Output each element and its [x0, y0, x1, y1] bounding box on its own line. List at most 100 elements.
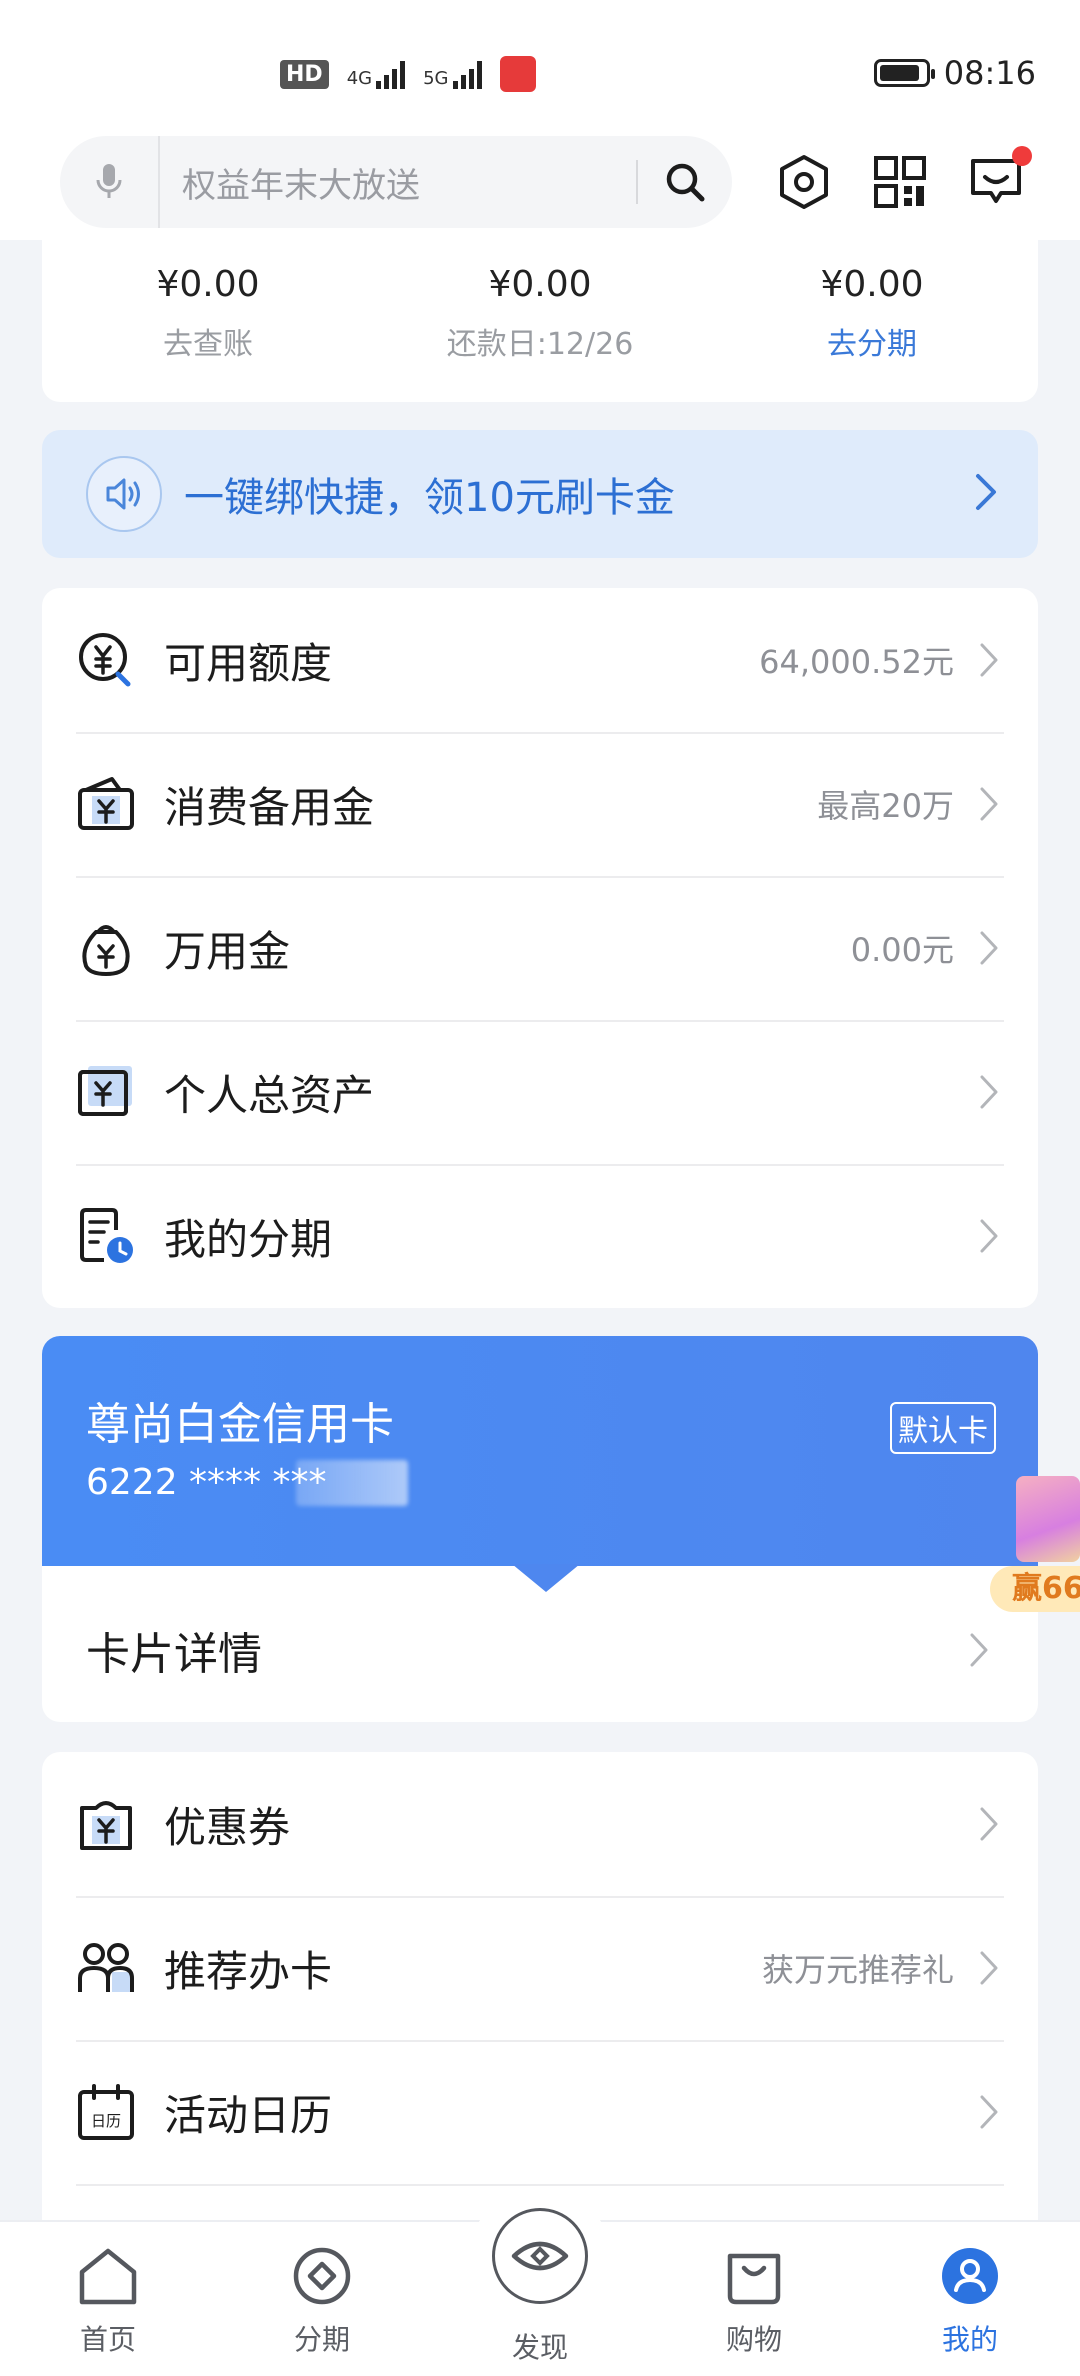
- menu-label: 推荐办卡: [164, 1946, 333, 1996]
- hd-badge: HD: [280, 59, 329, 89]
- menu-item-universal-fund[interactable]: 万用金 0.00元: [42, 876, 1038, 1020]
- qr-code-icon[interactable]: [864, 146, 936, 218]
- nav-installment[interactable]: 分期: [252, 2246, 392, 2358]
- menu-label: 我的分期: [164, 1214, 333, 1264]
- account-menu-card: 可用额度 64,000.52元 消费备用金 最高20万 万用金 0.00元 个人…: [42, 588, 1038, 1308]
- nav-shopping[interactable]: 购物: [684, 2246, 824, 2358]
- chevron-right-icon: [964, 1632, 994, 1668]
- chevron-right-icon: [974, 930, 1004, 966]
- credit-card-face[interactable]: 尊尚白金信用卡 6222 **** *** 默认卡: [42, 1336, 1038, 1566]
- menu-value: 0.00元: [850, 931, 954, 969]
- menu-label: 优惠券: [164, 1802, 291, 1852]
- banner-text: 一键绑快捷，领10元刷卡金: [184, 475, 675, 521]
- menu-item-activity-calendar[interactable]: 日历 活动日历: [42, 2040, 1038, 2184]
- message-icon[interactable]: [960, 146, 1032, 218]
- default-card-badge: 默认卡: [890, 1402, 996, 1454]
- yuan-search-icon: [76, 630, 136, 690]
- bottom-navigation: 首页 分期 发现 购物 我的: [0, 2186, 1080, 2376]
- nav-discover[interactable]: 发现: [470, 2326, 610, 2366]
- chevron-right-icon: [974, 1218, 1004, 1254]
- settings-icon[interactable]: [768, 146, 840, 218]
- menu-value: 64,000.52元: [759, 643, 954, 681]
- chevron-right-icon: [974, 2094, 1004, 2130]
- card-name: 尊尚白金信用卡: [86, 1399, 394, 1450]
- signal-5g-icon: 5G: [423, 59, 482, 89]
- profile-icon: [942, 2248, 998, 2304]
- installment-link[interactable]: 去分期: [706, 319, 1038, 363]
- discover-icon: [492, 2208, 588, 2304]
- menu-item-my-installments[interactable]: 我的分期: [42, 1164, 1038, 1308]
- summary-amount: ¥0.00: [156, 264, 260, 305]
- search-input[interactable]: 权益年末大放送: [160, 158, 636, 207]
- chevron-right-icon: [974, 1806, 1004, 1842]
- bind-quickpay-banner[interactable]: 一键绑快捷，领10元刷卡金: [42, 430, 1038, 558]
- menu-label: 消费备用金: [164, 782, 375, 832]
- battery-icon: [873, 59, 935, 87]
- promo-tag: 赢66: [990, 1566, 1080, 1612]
- nav-label: 购物: [725, 2323, 782, 2356]
- menu-label: 个人总资产: [164, 1070, 375, 1120]
- nav-label: 首页: [79, 2323, 136, 2356]
- menu-label: 万用金: [164, 926, 291, 976]
- search-bar[interactable]: 权益年末大放送: [60, 136, 732, 228]
- menu-item-consumer-reserve[interactable]: 消费备用金 最高20万: [42, 732, 1038, 876]
- chevron-right-icon: [974, 1950, 1004, 1986]
- nav-discover-button[interactable]: [470, 2186, 610, 2326]
- status-right: 08:16: [873, 54, 1036, 92]
- nav-home[interactable]: 首页: [38, 2246, 178, 2358]
- installment-nav-icon: [293, 2247, 351, 2305]
- menu-label: 活动日历: [164, 2090, 333, 2140]
- card-number: 6222 **** ***: [86, 1462, 327, 1503]
- summary-installment[interactable]: ¥0.00 去分期: [706, 264, 1038, 363]
- installment-icon: [76, 1206, 136, 1266]
- check-bill-link[interactable]: 去查账: [42, 319, 374, 363]
- menu-label: 可用额度: [164, 638, 333, 688]
- status-left: HD 4G 5G: [280, 56, 536, 92]
- menu-value: 获万元推荐礼: [761, 1951, 954, 1989]
- menu-value: 最高20万: [817, 787, 954, 825]
- card-number-mask: [296, 1460, 408, 1506]
- menu-item-coupons[interactable]: 优惠券: [42, 1752, 1038, 1896]
- summary-amount: ¥0.00: [488, 264, 592, 305]
- refer-icon: [76, 1938, 136, 1998]
- calendar-icon: 日历: [76, 2082, 136, 2142]
- repayment-date: 还款日:12/26: [446, 327, 634, 362]
- nav-label: 发现: [511, 2331, 568, 2364]
- summary-bill[interactable]: ¥0.00 去查账: [42, 264, 374, 363]
- signal-4g-icon: 4G: [346, 59, 406, 89]
- menu-item-available-credit[interactable]: 可用额度 64,000.52元: [42, 588, 1038, 732]
- home-icon: [79, 2248, 137, 2305]
- card-details-label: 卡片详情: [86, 1629, 262, 1680]
- money-bag-icon: [76, 918, 136, 978]
- net-label-5g: 5G: [423, 68, 449, 89]
- summary-amount: ¥0.00: [820, 264, 924, 305]
- summary-repay[interactable]: ¥0.00 还款日:12/26: [374, 264, 706, 363]
- coupon-icon: [76, 1794, 136, 1854]
- assets-icon: [76, 1062, 136, 1122]
- chevron-right-icon: [974, 642, 1004, 678]
- speaker-icon: [86, 456, 162, 532]
- nav-label: 我的: [941, 2323, 998, 2356]
- floating-promo[interactable]: 赢66: [990, 1476, 1080, 1616]
- search-icon[interactable]: [638, 136, 732, 228]
- clock: 08:16: [943, 54, 1036, 92]
- chevron-right-icon: [974, 1074, 1004, 1110]
- microphone-icon[interactable]: [60, 136, 160, 228]
- wallet-icon: [76, 774, 136, 834]
- menu-item-total-assets[interactable]: 个人总资产: [42, 1020, 1038, 1164]
- bill-summary-card: ¥0.00 去查账 ¥0.00 还款日:12/26 ¥0.00 去分期: [42, 240, 1038, 402]
- card-details-row[interactable]: 卡片详情: [42, 1578, 1038, 1722]
- nav-mine[interactable]: 我的: [900, 2246, 1040, 2358]
- gift-box-icon: [1016, 1476, 1080, 1562]
- nav-label: 分期: [293, 2323, 350, 2356]
- services-menu-card: 优惠券 推荐办卡 获万元推荐礼 日历 活动日历: [42, 1752, 1038, 2220]
- unread-dot: [1012, 146, 1032, 166]
- status-bar: HD 4G 5G 08:16: [0, 0, 1080, 140]
- calendar-icon-text: 日历: [91, 2112, 121, 2130]
- shopping-bag-icon: [727, 2253, 781, 2305]
- chevron-right-icon: [974, 786, 1004, 822]
- chevron-right-icon: [974, 472, 998, 516]
- net-label-4g: 4G: [346, 68, 373, 89]
- menu-item-refer-card[interactable]: 推荐办卡 获万元推荐礼: [42, 1896, 1038, 2040]
- app-notification-icon: [499, 56, 536, 92]
